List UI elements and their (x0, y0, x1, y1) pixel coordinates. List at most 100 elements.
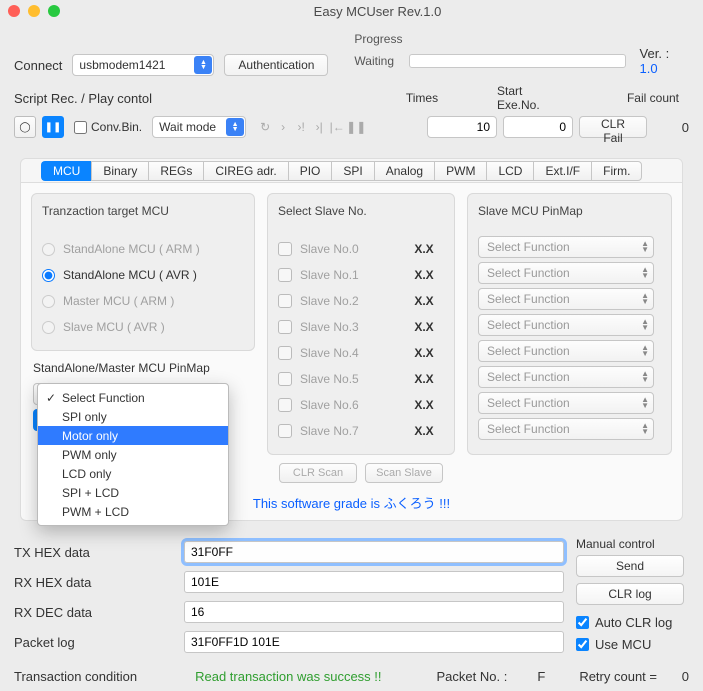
clrfail-button[interactable]: CLR Fail (579, 116, 647, 138)
script-rec-label: Script Rec. / Play contol (14, 91, 152, 106)
minimize-icon[interactable] (28, 5, 40, 17)
convbin-checkbox[interactable] (74, 121, 87, 134)
dropdown-option[interactable]: Motor only (38, 426, 228, 445)
txhex-label: TX HEX data (14, 545, 184, 560)
clrlog-button[interactable]: CLR log (576, 583, 684, 605)
chevron-updown-icon: ▲▼ (194, 56, 212, 74)
pktlog-label: Packet log (14, 635, 184, 650)
pinmap-title: StandAlone/Master MCU PinMap (25, 357, 261, 375)
scan-slave-button[interactable]: Scan Slave (365, 463, 443, 483)
dropdown-option[interactable]: SPI + LCD (38, 483, 228, 502)
dropdown-option[interactable]: LCD only (38, 464, 228, 483)
pktlog-input[interactable] (184, 631, 564, 653)
slave-pinmap-group: Slave MCU PinMap Select Function▲▼Select… (467, 193, 672, 455)
close-icon[interactable] (8, 5, 20, 17)
skip-icon[interactable]: ›! (292, 120, 310, 134)
slave-checkbox[interactable] (278, 424, 292, 438)
cond-label: Transaction condition (14, 669, 137, 684)
chevron-updown-icon: ▲▼ (641, 397, 649, 409)
slave-checkbox[interactable] (278, 294, 292, 308)
tab-ext-i-f[interactable]: Ext.I/F (533, 161, 591, 181)
authentication-button[interactable]: Authentication (224, 54, 328, 76)
txhex-input[interactable] (184, 541, 564, 563)
tab-analog[interactable]: Analog (374, 161, 434, 181)
startno-input[interactable] (503, 116, 573, 138)
slave-pinmap-select[interactable]: Select Function▲▼ (478, 418, 654, 440)
slave-pinmap-select[interactable]: Select Function▲▼ (478, 340, 654, 362)
slave-checkbox[interactable] (278, 372, 292, 386)
progress-status: Waiting (354, 54, 400, 68)
failcount-value: 0 (653, 120, 689, 135)
slave-checkbox[interactable] (278, 320, 292, 334)
retry-label: Retry count = (579, 669, 657, 684)
version-label: Ver. : (640, 46, 670, 61)
slave-checkbox[interactable] (278, 346, 292, 360)
tab-firm-[interactable]: Firm. (591, 161, 642, 181)
pause-icon[interactable]: ❚❚ (346, 120, 364, 134)
connect-label: Connect (14, 58, 62, 73)
play-controls: ↻ › ›! ›| |← ❚❚ (256, 120, 364, 134)
dropdown-option[interactable]: PWM + LCD (38, 502, 228, 521)
dropdown-option[interactable]: PWM only (38, 445, 228, 464)
target-radio[interactable] (42, 243, 55, 256)
tab-lcd[interactable]: LCD (486, 161, 533, 181)
target-radio[interactable] (42, 295, 55, 308)
slave-pinmap-select[interactable]: Select Function▲▼ (478, 288, 654, 310)
send-button[interactable]: Send (576, 555, 684, 577)
clr-scan-button[interactable]: CLR Scan (279, 463, 357, 483)
pinmap-dropdown[interactable]: Select FunctionSPI onlyMotor onlyPWM onl… (37, 383, 229, 526)
slave-pinmap-select[interactable]: Select Function▲▼ (478, 236, 654, 258)
target-radio[interactable] (42, 269, 55, 282)
chevron-updown-icon: ▲▼ (226, 118, 244, 136)
target-mcu-group: Tranzaction target MCU StandAlone MCU ( … (31, 193, 255, 351)
rxhex-input[interactable] (184, 571, 564, 593)
slave-pinmap-select[interactable]: Select Function▲▼ (478, 366, 654, 388)
slave-checkbox[interactable] (278, 398, 292, 412)
tab-pwm[interactable]: PWM (434, 161, 486, 181)
autoclr-checkbox[interactable] (576, 616, 589, 629)
grade-message: This software grade is ふくろう !!! (253, 496, 450, 511)
chevron-updown-icon: ▲▼ (641, 345, 649, 357)
chevron-updown-icon: ▲▼ (641, 293, 649, 305)
titlebar: Easy MCUser Rev.1.0 (0, 0, 703, 22)
times-label: Times (387, 91, 457, 105)
prev-icon[interactable]: |← (328, 120, 346, 134)
startno-label: Start Exe.No. (497, 84, 567, 112)
usemcu-checkbox[interactable] (576, 638, 589, 651)
waitmode-select[interactable]: Wait mode ▲▼ (152, 116, 246, 138)
step-icon[interactable]: ›| (310, 120, 328, 134)
slave-checkbox[interactable] (278, 268, 292, 282)
slave-pinmap-select[interactable]: Select Function▲▼ (478, 392, 654, 414)
window-title: Easy MCUser Rev.1.0 (60, 4, 695, 19)
record-button[interactable]: ◯ (14, 116, 36, 138)
rxdec-input[interactable] (184, 601, 564, 623)
chevron-updown-icon: ▲▼ (641, 267, 649, 279)
chevron-updown-icon: ▲▼ (641, 241, 649, 253)
slave-select-group: Select Slave No. Slave No.0X.XSlave No.1… (267, 193, 455, 455)
tab-spi[interactable]: SPI (331, 161, 373, 181)
slave-pinmap-select[interactable]: Select Function▲▼ (478, 314, 654, 336)
slave-pinmap-select[interactable]: Select Function▲▼ (478, 262, 654, 284)
pktno-value: F (525, 669, 545, 684)
tab-regs[interactable]: REGs (148, 161, 203, 181)
tab-pio[interactable]: PIO (288, 161, 332, 181)
failcount-label: Fail count (607, 91, 679, 105)
zoom-icon[interactable] (48, 5, 60, 17)
retry-value: 0 (675, 669, 689, 684)
progress-bar (409, 54, 626, 68)
progress-label: Progress (354, 32, 689, 46)
port-select[interactable]: usbmodem1421 ▲▼ (72, 54, 214, 76)
tab-cireg-adr-[interactable]: CIREG adr. (203, 161, 287, 181)
dropdown-option[interactable]: SPI only (38, 407, 228, 426)
times-input[interactable] (427, 116, 497, 138)
chevron-updown-icon: ▲▼ (641, 319, 649, 331)
pause-button[interactable]: ❚❚ (42, 116, 64, 138)
tab-mcu[interactable]: MCU (41, 161, 91, 181)
target-radio[interactable] (42, 321, 55, 334)
reload-icon[interactable]: ↻ (256, 120, 274, 134)
dropdown-option[interactable]: Select Function (38, 388, 228, 407)
play-icon[interactable]: › (274, 120, 292, 134)
slave-checkbox[interactable] (278, 242, 292, 256)
chevron-updown-icon: ▲▼ (641, 371, 649, 383)
tab-binary[interactable]: Binary (91, 161, 148, 181)
